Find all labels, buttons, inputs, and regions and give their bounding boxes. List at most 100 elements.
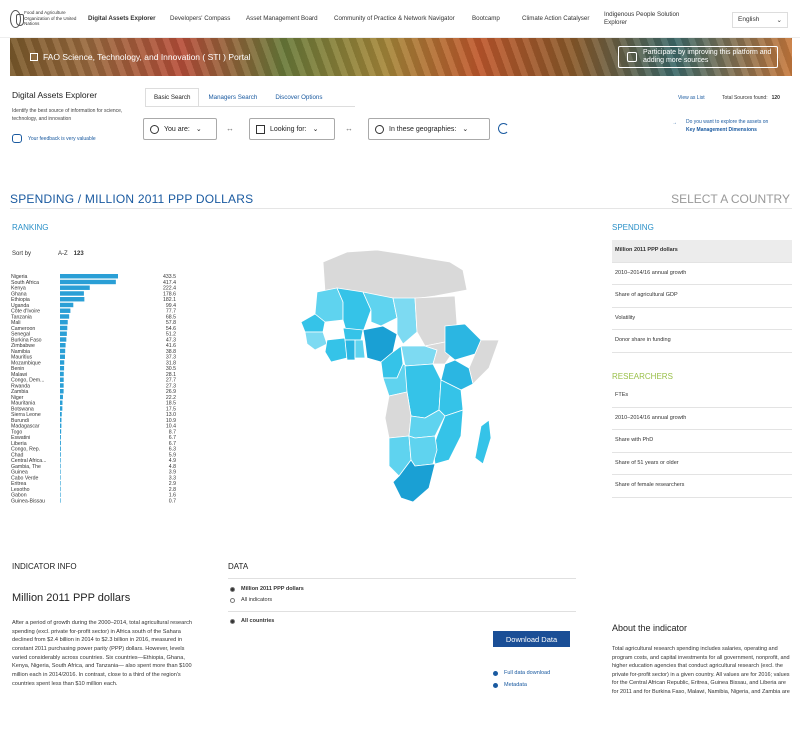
metadata-link[interactable]: Metadata [493,682,527,688]
nav-digital-assets-explorer[interactable]: Digital Assets Explorer [88,15,158,23]
radio-ppp-dollars[interactable]: Million 2011 PPP dollars [230,586,304,592]
rank-bar[interactable] [60,291,84,296]
tab-managers-search[interactable]: Managers Search [199,88,266,107]
rank-bar[interactable] [60,498,61,503]
rank-bar[interactable] [60,446,61,451]
rank-bar[interactable] [60,400,63,405]
map-country-botswana-zimbabwe[interactable] [408,435,438,467]
rank-bar[interactable] [60,302,74,308]
rank-bar[interactable] [60,360,65,365]
rank-bar[interactable] [60,394,63,400]
nav-developers-compass[interactable]: Developers' Compass [170,15,234,23]
researcher-item-annual-growth[interactable]: 2010–2014/16 annual growth [612,408,792,430]
rank-bar[interactable] [60,486,61,492]
page-title: SPENDING / MILLION 2011 PPP DOLLARS [10,192,254,206]
map-country-burkina-faso[interactable] [342,327,364,341]
rank-bar[interactable] [60,469,61,474]
rank-bar[interactable] [60,366,65,371]
spending-item-agricultural-gdp[interactable]: Share of agricultural GDP [612,285,792,308]
radio-all-indicators[interactable]: All indicators [230,597,272,603]
sort-numeric-button[interactable]: 123 [74,251,84,257]
spending-item-ppp[interactable]: Million 2011 PPP dollars [612,240,792,263]
rank-bar[interactable] [60,458,61,463]
rank-bar[interactable] [60,440,61,446]
map-country-central-african-republic[interactable] [400,345,438,367]
researcher-item-female[interactable]: Share of female researchers [612,475,792,498]
rank-bar[interactable] [60,377,64,382]
top-navigation: Food and Agriculture Organization of the… [0,0,800,38]
fao-logo[interactable]: Food and Agriculture Organization of the… [10,9,88,28]
radio-selected-icon [230,618,235,624]
rank-bar[interactable] [60,371,64,377]
nav-climate-action-catalyser[interactable]: Climate Action Catalyser [522,15,592,23]
nav-indigenous-people-solution-explorer[interactable]: Indigenous People Solution Explorer [604,11,704,27]
rank-bar[interactable] [60,463,61,469]
rank-bar[interactable] [60,481,61,486]
rank-bar[interactable] [60,314,70,319]
rank-bar[interactable] [60,389,64,394]
banner-title: FAO Science, Technology, and Innovation … [30,52,251,62]
total-sources: Total Sources found: 120 [722,95,780,101]
rank-bar[interactable] [60,343,66,348]
rank-bar[interactable] [60,383,64,388]
rank-bar[interactable] [60,475,61,480]
rank-bar[interactable] [60,406,63,411]
rank-bar[interactable] [60,412,62,417]
rank-bar[interactable] [60,417,62,423]
key-management-link[interactable]: → Do you want to explore the assets on K… [672,119,768,134]
tab-basic-search[interactable]: Basic Search [145,88,200,107]
map-country-cote-divoire[interactable] [324,337,348,363]
spending-item-annual-growth[interactable]: 2010–2014/16 annual growth [612,263,792,285]
rank-bar[interactable] [60,297,85,302]
rank-bar[interactable] [60,325,68,331]
map-country-dr-congo[interactable] [404,363,442,419]
tab-discover-options[interactable]: Discover Options [266,88,331,107]
researcher-item-phd[interactable]: Share with PhD [612,430,792,453]
map-country-angola[interactable] [384,391,412,439]
africa-map[interactable] [285,240,515,520]
rank-bar[interactable] [60,435,61,440]
rank-bar[interactable] [60,320,68,325]
rank-bar[interactable] [60,285,90,290]
spending-item-volatility[interactable]: Volatility [612,308,792,330]
rank-bar[interactable] [60,423,62,428]
rank-bar[interactable] [60,279,116,285]
rank-bar[interactable] [60,452,61,457]
rank-bar[interactable] [60,337,67,342]
looking-for-select[interactable]: Looking for: ⌄ [249,118,335,140]
map-country-madagascar[interactable] [474,419,492,465]
data-heading: DATA [228,562,249,571]
geographies-select[interactable]: In these geographies: ⌄ [368,118,490,140]
you-are-select[interactable]: You are: ⌄ [143,118,217,140]
nav-community-of-practice[interactable]: Community of Practice & Network Navigato… [334,15,460,23]
rank-bar[interactable] [60,348,66,354]
rank-bar[interactable] [60,308,71,313]
rank-bar[interactable] [60,492,61,497]
nav-asset-management-board[interactable]: Asset Management Board [246,15,322,23]
spending-item-donor-share[interactable]: Donor share in funding [612,330,792,353]
total-sources-label: Total Sources found: [722,95,768,101]
map-country-togo-benin[interactable] [354,339,366,359]
feedback-link[interactable]: Your feedback is very valuable [12,134,96,143]
language-select[interactable]: English ⌄ [732,12,788,28]
reset-icon[interactable] [498,123,509,134]
view-as-list-link[interactable]: View as List [678,95,705,101]
sort-az-button[interactable]: A-Z [58,251,68,257]
chevron-down-icon: ⌄ [195,126,202,133]
rank-bar[interactable] [60,429,62,434]
nav-bootcamp[interactable]: Bootcamp [472,15,510,23]
full-data-download-link[interactable]: Full data download [493,670,550,676]
rank-bar[interactable] [60,354,65,359]
participate-button[interactable]: Participate by improving this platform a… [618,46,778,68]
chevron-down-icon: ⌄ [776,17,782,24]
rank-bar[interactable] [60,331,67,336]
feedback-icon [12,134,22,143]
radio-all-countries[interactable]: All countries [230,618,274,624]
researcher-item-51-or-older[interactable]: Share of 51 years or older [612,453,792,475]
select-country-link[interactable]: SELECT A COUNTRY [671,192,790,206]
map-country-guinea[interactable] [304,331,328,351]
researcher-item-ftes[interactable]: FTEs [612,385,792,408]
map-country-ghana[interactable] [344,339,356,361]
download-data-button[interactable]: Download Data [493,631,570,647]
rank-bar[interactable] [60,274,118,279]
